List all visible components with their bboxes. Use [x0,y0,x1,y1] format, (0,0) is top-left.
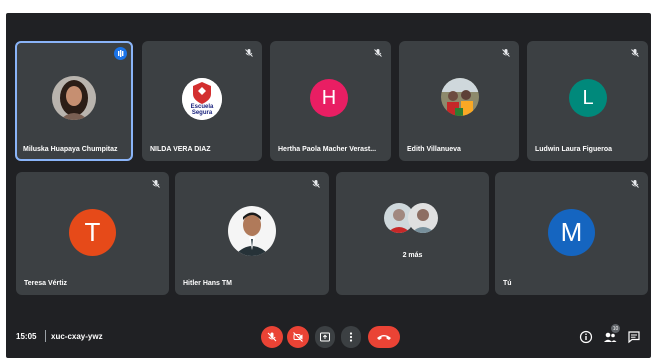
participant-name: Edith Villanueva [407,146,461,153]
participant-photo [441,78,479,116]
participant-name: Miluska Huapaya Chumpitaz [23,146,118,153]
participant-photo [228,206,276,256]
participant-tile[interactable]: M Tú [495,172,648,295]
participant-tile[interactable]: Hitler Hans TM [175,172,329,295]
present-button[interactable] [315,326,335,348]
divider [45,330,46,342]
participant-tile[interactable]: L Ludwin Laura Figueroa [527,41,648,161]
mic-off-icon [374,49,382,57]
mic-off-icon [312,180,320,188]
mic-off-icon [631,180,639,188]
participant-tile[interactable]: T Teresa Vértiz [16,172,169,295]
mic-off-icon [245,49,253,57]
people-count-badge: 10 [611,324,620,333]
mic-off-icon [631,49,639,57]
present-icon [320,332,330,342]
camera-toggle-button[interactable] [287,326,309,348]
school-logo: Escuela Segura [182,78,222,120]
meeting-window: Miluska Huapaya Chumpitaz Escuela Segura… [6,13,651,358]
meeting-code: xuc-cxay-ywz [51,332,103,341]
initial-avatar: L [569,79,607,117]
more-icon [349,332,353,342]
meeting-time: 15:05 [16,332,37,341]
more-participants-label: 2 más [402,252,423,259]
initial-avatar: M [548,209,595,256]
people-button[interactable]: 10 [603,324,620,344]
participant-photo [52,76,96,120]
camera-off-icon [293,332,303,342]
logo-text: Escuela Segura [190,104,214,116]
participant-tile[interactable]: Edith Villanueva [399,41,519,161]
participant-tile[interactable]: Miluska Huapaya Chumpitaz [15,41,133,161]
mic-off-icon [152,180,160,188]
hang-up-button[interactable] [368,326,400,348]
bottom-bar: 15:05 xuc-cxay-ywz 10 [6,318,651,358]
hang-up-icon [377,335,391,340]
info-icon[interactable] [579,330,593,344]
participant-name: Tú [503,280,512,287]
participant-tile[interactable]: Escuela Segura NILDA VERA DIAZ [142,41,262,161]
mic-off-icon [267,332,277,342]
participant-name: Teresa Vértiz [24,280,68,287]
participant-photo [408,203,438,233]
mic-off-icon [502,49,510,57]
mic-toggle-button[interactable] [261,326,283,348]
participant-name: Ludwin Laura Figueroa [535,146,613,153]
more-options-button[interactable] [341,326,361,348]
participant-tile[interactable]: H Hertha Paola Macher Verast... [270,41,391,161]
initial-avatar: H [310,79,348,117]
participant-name: Hitler Hans TM [183,280,233,287]
chat-icon[interactable] [627,330,641,344]
speaking-indicator-icon [114,47,127,60]
participant-name: Hertha Paola Macher Verast... [278,146,377,153]
more-participants-tile[interactable]: 2 más [336,172,489,295]
participant-name: NILDA VERA DIAZ [150,146,211,153]
initial-avatar: T [69,209,116,256]
